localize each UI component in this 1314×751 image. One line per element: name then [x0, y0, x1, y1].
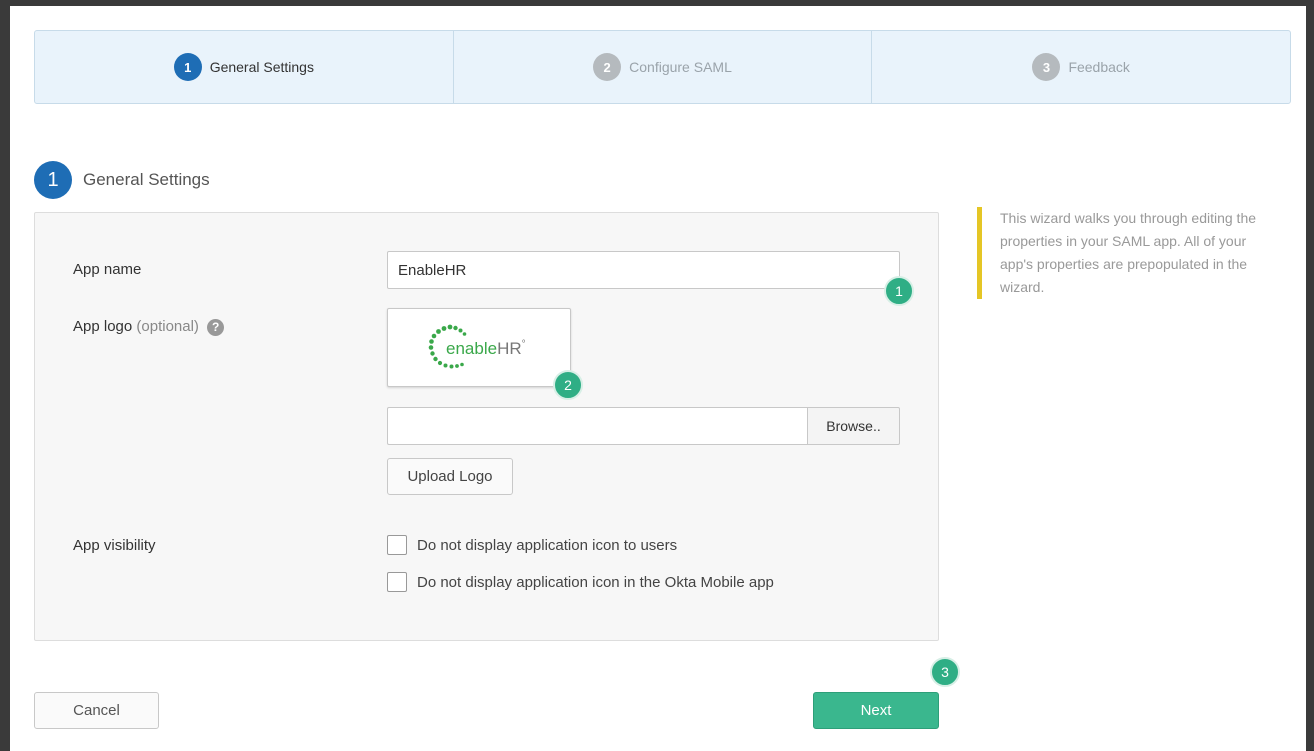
step-label: General Settings: [209, 59, 314, 75]
callout-badge-3: 3: [930, 657, 960, 687]
callout-badge-1: 1: [884, 276, 914, 306]
section-header: 1 General Settings: [34, 161, 210, 199]
step-number: 2: [593, 53, 622, 81]
hide-icon-users-option[interactable]: Do not display application icon to users: [387, 535, 677, 555]
general-settings-panel: App name App logo (optional) ? enableHR°: [34, 212, 939, 641]
hide-icon-users-checkbox[interactable]: [387, 535, 407, 555]
help-icon[interactable]: ?: [207, 318, 225, 336]
enablehr-logo-icon: enableHR°: [428, 324, 526, 368]
next-button[interactable]: Next: [813, 692, 939, 729]
step-number: 1: [173, 53, 202, 81]
step-label: Feedback: [1068, 59, 1130, 75]
hide-icon-users-label[interactable]: Do not display application icon to users: [417, 537, 677, 554]
hide-icon-mobile-option[interactable]: Do not display application icon in the O…: [387, 572, 774, 592]
optional-hint: (optional): [136, 318, 199, 335]
wizard-page: 1 General Settings 2 Configure SAML 3 Fe…: [10, 6, 1306, 751]
step-number: 3: [1032, 53, 1061, 81]
upload-logo-button[interactable]: Upload Logo: [387, 458, 513, 495]
step-configure-saml[interactable]: 2 Configure SAML: [454, 31, 873, 103]
app-logo-preview: enableHR°: [387, 308, 571, 387]
section-title: General Settings: [83, 170, 210, 189]
wizard-info-note: This wizard walks you through editing th…: [977, 207, 1277, 299]
logo-file-picker: Browse..: [387, 407, 900, 445]
app-name-input[interactable]: [387, 251, 900, 289]
section-number: 1: [34, 161, 72, 199]
step-label: Configure SAML: [629, 59, 732, 75]
logo-text: enableHR°: [446, 339, 526, 358]
app-name-label: App name: [73, 261, 142, 278]
callout-badge-2: 2: [553, 370, 583, 400]
logo-file-field[interactable]: [387, 407, 807, 445]
hide-icon-mobile-label[interactable]: Do not display application icon in the O…: [417, 574, 774, 591]
cancel-button[interactable]: Cancel: [34, 692, 159, 729]
app-logo-label-text: App logo: [73, 318, 133, 335]
step-feedback[interactable]: 3 Feedback: [872, 31, 1290, 103]
browse-button[interactable]: Browse..: [807, 407, 900, 445]
step-general-settings[interactable]: 1 General Settings: [35, 31, 454, 103]
hide-icon-mobile-checkbox[interactable]: [387, 572, 407, 592]
wizard-steps: 1 General Settings 2 Configure SAML 3 Fe…: [34, 30, 1291, 104]
app-visibility-label: App visibility: [73, 537, 156, 554]
app-logo-label: App logo (optional) ?: [73, 318, 225, 336]
